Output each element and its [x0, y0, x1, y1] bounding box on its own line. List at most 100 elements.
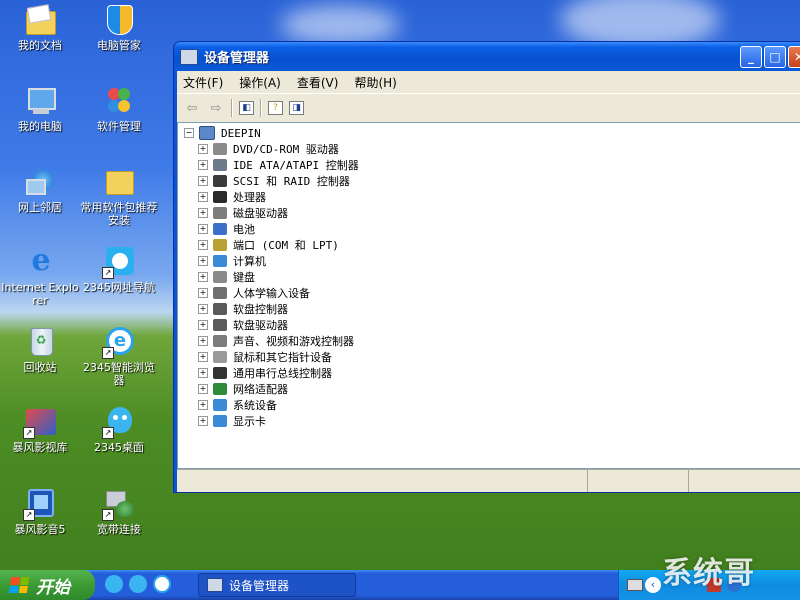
- tree-node-label: 显示卡: [233, 415, 266, 428]
- maximize-button[interactable]: □: [764, 46, 786, 68]
- tree-node[interactable]: + 计算机: [198, 253, 266, 269]
- properties-icon[interactable]: ◨: [289, 101, 304, 115]
- start-button[interactable]: 开始: [0, 570, 95, 600]
- expand-icon[interactable]: +: [198, 304, 208, 314]
- windows-flag-icon: [8, 577, 30, 593]
- tree-node[interactable]: + 人体学输入设备: [198, 285, 310, 301]
- menu-help[interactable]: 帮助(H): [354, 74, 396, 91]
- desktop-icon-baofeng-library[interactable]: ↗ 暴风影视库: [0, 405, 80, 454]
- help-icon[interactable]: ?: [268, 101, 283, 115]
- expand-icon[interactable]: +: [198, 288, 208, 298]
- expand-icon[interactable]: +: [198, 176, 208, 186]
- desktop-icon-software-manager[interactable]: 软件管理: [79, 84, 159, 133]
- tree-node[interactable]: + 处理器: [198, 189, 266, 205]
- menu-action[interactable]: 操作(A): [239, 74, 281, 91]
- tree-node-label: 声音、视频和游戏控制器: [233, 335, 354, 348]
- desktop-icon-internet-explorer[interactable]: e Internet Explorer: [0, 243, 80, 308]
- expand-icon[interactable]: +: [198, 400, 208, 410]
- back-arrow-icon[interactable]: ⇦: [183, 99, 201, 117]
- 2345-navigation-icon: ↗: [102, 245, 136, 279]
- tree-node[interactable]: + IDE ATA/ATAPI 控制器: [198, 157, 359, 173]
- expand-icon[interactable]: +: [198, 352, 208, 362]
- tree-node[interactable]: + 通用串行总线控制器: [198, 365, 332, 381]
- recycle-bin-icon: ♻: [23, 325, 57, 359]
- forward-arrow-icon[interactable]: ⇨: [207, 99, 225, 117]
- expand-icon[interactable]: +: [198, 384, 208, 394]
- tree-node[interactable]: + 声音、视频和游戏控制器: [198, 333, 354, 349]
- desktop-icon-label: 宽带连接: [97, 523, 141, 536]
- tree-node[interactable]: + 网络适配器: [198, 381, 288, 397]
- desktop-icon-label: 暴风影视库: [12, 441, 68, 454]
- expand-icon[interactable]: +: [198, 144, 208, 154]
- expand-icon[interactable]: +: [198, 224, 208, 234]
- tree-node[interactable]: + DVD/CD-ROM 驱动器: [198, 141, 339, 157]
- menu-bar: 文件(F) 操作(A) 查看(V) 帮助(H): [177, 71, 800, 93]
- close-button[interactable]: ✕: [788, 46, 800, 68]
- desktop-icon-software-pack[interactable]: 常用软件包推荐安装: [79, 165, 159, 227]
- window-controls: _ □ ✕: [740, 46, 800, 68]
- menu-file[interactable]: 文件(F): [183, 74, 223, 91]
- 2345-desktop-icon[interactable]: [105, 575, 123, 593]
- computer-icon: [199, 126, 215, 140]
- tree-node[interactable]: + 电池: [198, 221, 255, 237]
- show-hidden-icons-button[interactable]: ‹: [645, 577, 661, 593]
- menu-view[interactable]: 查看(V): [297, 74, 339, 91]
- 2345-navigation-icon[interactable]: [129, 575, 147, 593]
- expand-icon[interactable]: +: [198, 368, 208, 378]
- desktop-icon-label: Internet Explorer: [1, 281, 79, 307]
- desktop-icon-2345-browser[interactable]: e ↗ 2345智能浏览器: [79, 325, 159, 387]
- tree-node[interactable]: + SCSI 和 RAID 控制器: [198, 173, 350, 189]
- expand-icon[interactable]: +: [198, 160, 208, 170]
- desktop-icon-my-computer[interactable]: 我的电脑: [0, 84, 80, 133]
- device-tree: − DEEPIN + DVD/CD-ROM 驱动器 + IDE ATA/ATAPI 控…: [177, 122, 800, 469]
- tree-root[interactable]: − DEEPIN: [184, 125, 261, 141]
- tree-node-label: 通用串行总线控制器: [233, 367, 332, 380]
- desktop-icon-network-places[interactable]: 网上邻居: [0, 165, 80, 214]
- computer-icon: [213, 255, 227, 267]
- start-label: 开始: [36, 577, 70, 598]
- desktop-icon-2345-navigation[interactable]: ↗ 2345网址导航: [79, 245, 159, 294]
- disk-icon: [213, 207, 227, 219]
- network-adapter-icon: [213, 383, 227, 395]
- show-hide-tree-icon[interactable]: ◧: [239, 101, 254, 115]
- desktop-icon-label: 我的文档: [18, 39, 62, 52]
- expand-icon[interactable]: +: [198, 192, 208, 202]
- collapse-icon[interactable]: −: [184, 128, 194, 138]
- tree-node[interactable]: + 软盘控制器: [198, 301, 288, 317]
- tree-node[interactable]: + 鼠标和其它指针设备: [198, 349, 332, 365]
- tree-node-label: 网络适配器: [233, 383, 288, 396]
- desktop-icon-label: 我的电脑: [18, 120, 62, 133]
- expand-icon[interactable]: +: [198, 272, 208, 282]
- device-manager-icon: [180, 48, 198, 65]
- expand-icon[interactable]: +: [198, 320, 208, 330]
- watermark: 系统哥: [662, 556, 755, 591]
- desktop-icon-broadband-connection[interactable]: ↗ 宽带连接: [79, 487, 159, 536]
- expand-icon[interactable]: +: [198, 256, 208, 266]
- tree-node-label: 鼠标和其它指针设备: [233, 351, 332, 364]
- tree-node[interactable]: + 键盘: [198, 269, 255, 285]
- expand-icon[interactable]: +: [198, 336, 208, 346]
- minimize-button[interactable]: _: [740, 46, 762, 68]
- tree-node[interactable]: + 系统设备: [198, 397, 277, 413]
- taskbar-button-device-manager[interactable]: 设备管理器: [198, 573, 356, 597]
- broadband-connection-icon: ↗: [102, 487, 136, 521]
- expand-icon[interactable]: +: [198, 240, 208, 250]
- desktop-icon-recycle-bin[interactable]: ♻ 回收站: [0, 325, 80, 374]
- keyboard-icon[interactable]: [627, 579, 643, 591]
- tree-node[interactable]: + 软盘驱动器: [198, 317, 288, 333]
- tree-node[interactable]: + 端口 (COM 和 LPT): [198, 237, 339, 253]
- tree-node-label: 系统设备: [233, 399, 277, 412]
- tree-node[interactable]: + 磁盘驱动器: [198, 205, 288, 221]
- 2345-browser-icon[interactable]: [153, 575, 171, 593]
- desktop-icon-my-documents[interactable]: 我的文档: [0, 3, 80, 52]
- title-bar[interactable]: 设备管理器: [174, 42, 800, 71]
- expand-icon[interactable]: +: [198, 208, 208, 218]
- device-manager-icon: [207, 578, 223, 592]
- desktop-icon-pc-manager[interactable]: 电脑管家: [79, 3, 159, 52]
- expand-icon[interactable]: +: [198, 416, 208, 426]
- tree-node[interactable]: + 显示卡: [198, 413, 266, 429]
- desktop-icon-baofeng-player[interactable]: ↗ 暴风影音5: [0, 487, 80, 536]
- internet-explorer-icon: e: [31, 243, 51, 278]
- status-bar: [177, 469, 800, 492]
- desktop-icon-2345-desktop[interactable]: ↗ 2345桌面: [79, 405, 159, 454]
